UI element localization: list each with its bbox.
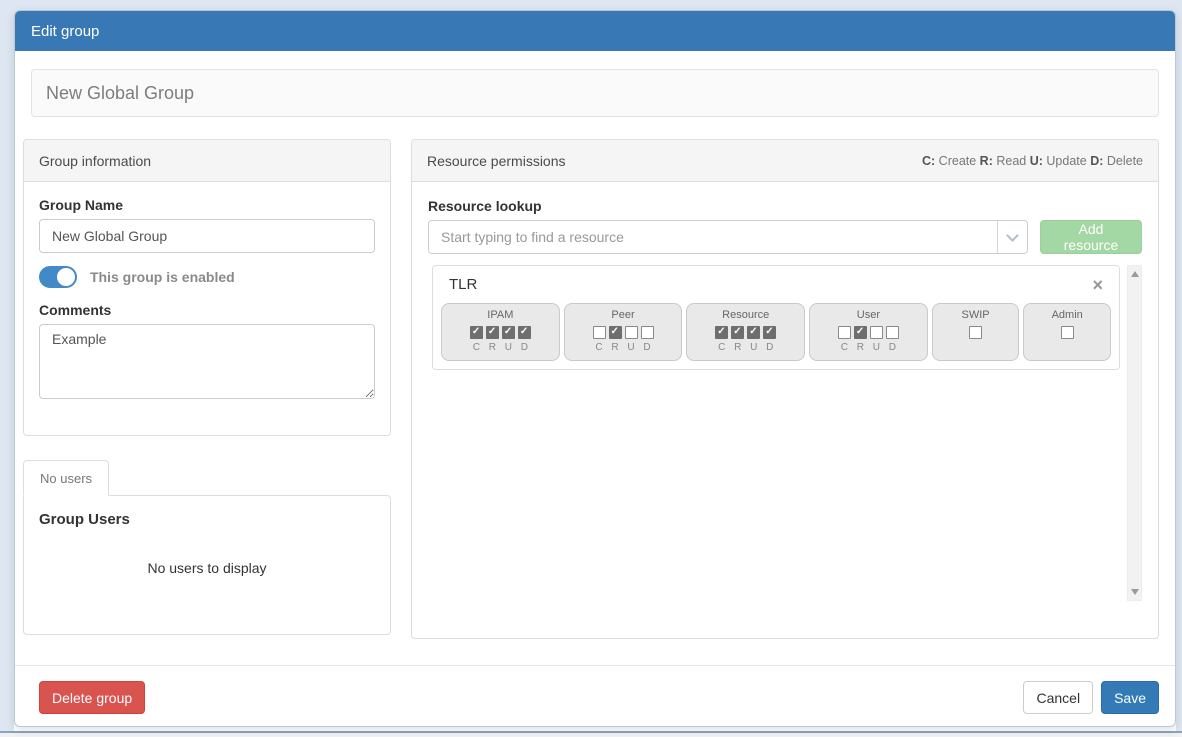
- resource-name: TLR: [449, 276, 477, 293]
- group-users-heading: Group Users: [39, 511, 375, 528]
- perm-group-admin: Admin: [1023, 303, 1111, 361]
- crud-letter: C: [470, 342, 483, 353]
- group-information-title: Group information: [39, 153, 151, 169]
- legend-key: C:: [922, 154, 935, 168]
- legend-key: U:: [1030, 154, 1043, 168]
- group-enabled-toggle[interactable]: [39, 266, 77, 288]
- modal-header: Edit group: [15, 11, 1175, 51]
- perm-checkbox-ipam-r[interactable]: [486, 326, 499, 339]
- comments-textarea[interactable]: Example: [39, 324, 375, 399]
- modal-title: Edit group: [31, 23, 99, 40]
- perm-checkbox-resource-c[interactable]: [715, 326, 728, 339]
- resource-lookup-label: Resource lookup: [428, 198, 1142, 214]
- perm-group-peer: Peer CRUD: [564, 303, 683, 361]
- perm-checkbox-user-r[interactable]: [854, 326, 867, 339]
- group-name-label: Group Name: [39, 197, 375, 213]
- legend-key: R:: [980, 154, 993, 168]
- modal-footer: Delete group Cancel Save: [15, 665, 1175, 726]
- perm-group-label: User: [813, 309, 924, 321]
- users-tabs: No users: [23, 460, 391, 495]
- perm-checkbox-ipam-c[interactable]: [470, 326, 483, 339]
- perm-checkbox-peer-u[interactable]: [625, 326, 638, 339]
- perm-group-label: Admin: [1027, 309, 1107, 321]
- left-column: Group information Group Name This group …: [23, 139, 391, 639]
- perm-checkbox-ipam-u[interactable]: [502, 326, 515, 339]
- delete-group-button[interactable]: Delete group: [39, 681, 145, 714]
- toggle-knob: [57, 268, 75, 286]
- crud-letter: R: [731, 342, 744, 353]
- resource-list-area: TLR×IPAMCRUDPeerCRUDResourceCRUDUserCRUD…: [428, 265, 1142, 601]
- remove-resource-icon[interactable]: ×: [1092, 278, 1103, 292]
- perm-checkbox-user-u[interactable]: [870, 326, 883, 339]
- perm-checkbox-resource-r[interactable]: [731, 326, 744, 339]
- edit-group-modal: Edit group New Global Group Group inform…: [14, 10, 1176, 727]
- perm-group-resource: Resource CRUD: [686, 303, 805, 361]
- crud-letter: D: [518, 342, 531, 353]
- resource-card-tlr: TLR×IPAMCRUDPeerCRUDResourceCRUDUserCRUD…: [432, 265, 1120, 370]
- perm-group-user: User CRUD: [809, 303, 928, 361]
- crud-legend: C: Create R: Read U: Update D: Delete: [922, 154, 1143, 168]
- comments-label: Comments: [39, 302, 375, 318]
- perm-checkbox-resource-u[interactable]: [747, 326, 760, 339]
- crud-letter: D: [763, 342, 776, 353]
- perm-checkbox-peer-d[interactable]: [641, 326, 654, 339]
- group-name-input[interactable]: [39, 219, 375, 253]
- resource-permissions-heading: Resource permissions C: Create R: Read U…: [412, 140, 1158, 182]
- legend-key: D:: [1090, 154, 1103, 168]
- group-title-display: New Global Group: [31, 69, 1159, 117]
- perm-group-swip: SWIP: [932, 303, 1020, 361]
- crud-letter: C: [838, 342, 851, 353]
- resource-list-scrollbar[interactable]: [1127, 265, 1142, 601]
- save-button[interactable]: Save: [1101, 681, 1159, 714]
- group-enabled-label: This group is enabled: [90, 269, 235, 285]
- perm-group-label: Resource: [690, 309, 801, 321]
- group-information-heading: Group information: [24, 140, 390, 182]
- crud-letter: R: [609, 342, 622, 353]
- perm-checkbox-peer-r[interactable]: [609, 326, 622, 339]
- chevron-down-icon: [1006, 229, 1019, 242]
- resource-lookup-combobox: [428, 220, 1028, 254]
- crud-letter: R: [486, 342, 499, 353]
- group-users-panel: Group Users No users to display: [23, 495, 391, 635]
- perm-checkbox-user-c[interactable]: [838, 326, 851, 339]
- crud-letter: D: [641, 342, 654, 353]
- scroll-down-icon[interactable]: [1131, 589, 1139, 595]
- resource-permissions-panel: Resource permissions C: Create R: Read U…: [411, 139, 1159, 639]
- crud-letter: U: [870, 342, 883, 353]
- crud-letter: U: [502, 342, 515, 353]
- page-bottom-divider: [0, 731, 1182, 737]
- perm-checkbox-resource-d[interactable]: [763, 326, 776, 339]
- crud-letter: U: [747, 342, 760, 353]
- group-information-panel: Group information Group Name This group …: [23, 139, 391, 436]
- cancel-button[interactable]: Cancel: [1023, 681, 1093, 714]
- perm-group-label: IPAM: [445, 309, 556, 321]
- no-users-message: No users to display: [39, 560, 375, 576]
- perm-group-label: Peer: [568, 309, 679, 321]
- scroll-up-icon[interactable]: [1131, 271, 1139, 277]
- resource-permissions-title: Resource permissions: [427, 153, 566, 169]
- perm-group-label: SWIP: [936, 309, 1016, 321]
- crud-letter: C: [715, 342, 728, 353]
- perm-group-ipam: IPAM CRUD: [441, 303, 560, 361]
- resource-lookup-dropdown-button[interactable]: [997, 221, 1027, 253]
- perm-checkbox-swip-enabled[interactable]: [969, 326, 982, 339]
- crud-letter: U: [625, 342, 638, 353]
- resource-list: TLR×IPAMCRUDPeerCRUDResourceCRUDUserCRUD…: [428, 265, 1120, 370]
- perm-checkbox-peer-c[interactable]: [593, 326, 606, 339]
- modal-body: New Global Group Group information Group…: [15, 51, 1175, 665]
- perm-checkbox-admin-enabled[interactable]: [1061, 326, 1074, 339]
- add-resource-button[interactable]: Add resource: [1040, 220, 1142, 254]
- perm-checkbox-user-d[interactable]: [886, 326, 899, 339]
- crud-letter: R: [854, 342, 867, 353]
- perm-checkbox-ipam-d[interactable]: [518, 326, 531, 339]
- crud-letter: D: [886, 342, 899, 353]
- tab-no-users[interactable]: No users: [23, 460, 109, 496]
- resource-lookup-input[interactable]: [429, 221, 997, 253]
- right-column: Resource permissions C: Create R: Read U…: [411, 139, 1159, 639]
- crud-letter: C: [593, 342, 606, 353]
